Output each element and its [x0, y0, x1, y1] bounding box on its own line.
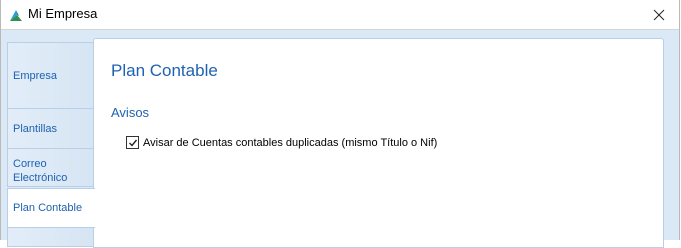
window: Mi Empresa Empresa Plantillas Correo Ele… [0, 0, 680, 248]
settings-panel: Plan Contable Avisos Avisar de Cuentas c… [93, 38, 664, 248]
tab-label: Plan Contable [13, 202, 83, 214]
checkmark-icon [128, 139, 137, 147]
tab-plan-contable[interactable]: Plan Contable [7, 188, 95, 228]
tab-plantillas[interactable]: Plantillas [7, 108, 93, 149]
tab-next[interactable] [7, 227, 93, 247]
panel-title: Plan Contable [111, 61, 218, 80]
title-bar[interactable]: Mi Empresa [1, 0, 679, 30]
close-icon [653, 9, 665, 20]
tab-label: Correo Electrónico [13, 157, 68, 184]
tab-correo-electronico[interactable]: Correo Electrónico [7, 148, 93, 187]
section-title: Avisos [111, 105, 150, 120]
option-label: Avisar de Cuentas contables duplicadas (… [143, 136, 438, 149]
app-logo-icon [10, 10, 22, 21]
duplicate-accounts-checkbox[interactable] [126, 136, 139, 149]
window-title: Mi Empresa [28, 6, 98, 21]
tab-empresa[interactable]: Empresa [7, 42, 93, 109]
tab-label: Empresa [13, 69, 58, 82]
tab-label: Plantillas [13, 122, 58, 135]
duplicate-accounts-option[interactable]: Avisar de Cuentas contables duplicadas (… [126, 136, 437, 149]
close-button[interactable] [639, 0, 679, 29]
